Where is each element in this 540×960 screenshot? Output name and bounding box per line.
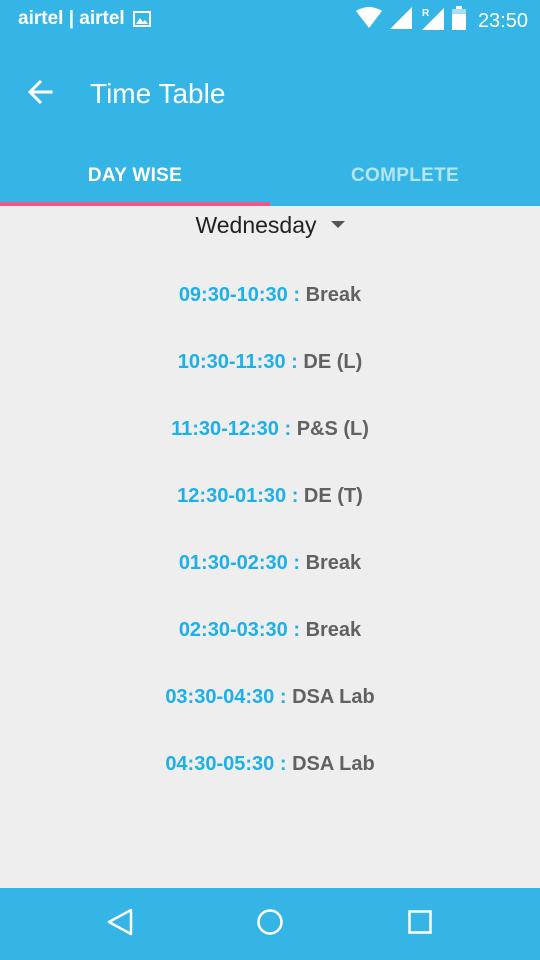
slot-time: 09:30-10:30 xyxy=(178,284,288,306)
slot-time: 03:30-04:30 xyxy=(165,686,275,708)
slot-separator: : xyxy=(285,351,304,373)
nav-home-icon xyxy=(256,908,284,941)
tab-bar: DAY WISE COMPLETE xyxy=(0,146,540,206)
slot-separator: : xyxy=(287,619,306,641)
slot-subject: Break xyxy=(305,619,362,641)
nav-home-button[interactable] xyxy=(248,902,292,946)
signal-icon xyxy=(389,7,412,35)
list-item: 09:30-10:30 : Break xyxy=(0,262,540,329)
screen: airtel | airtel R 23:50 Time Table DAY W… xyxy=(0,0,540,960)
schedule-list: 09:30-10:30 : Break 10:30-11:30 : DE (L)… xyxy=(0,262,540,798)
status-bar: airtel | airtel R 23:50 xyxy=(0,0,540,38)
slot-subject: DSA Lab xyxy=(292,753,375,775)
status-icons: R 23:50 xyxy=(348,6,528,36)
tab-day-wise[interactable]: DAY WISE xyxy=(0,146,270,206)
system-nav-bar xyxy=(0,888,540,960)
wifi-icon xyxy=(355,7,382,35)
clock: 23:50 xyxy=(477,9,528,32)
slot-time: 02:30-03:30 xyxy=(178,619,288,641)
slot-time: 11:30-12:30 xyxy=(171,418,279,440)
slot-subject: DSA Lab xyxy=(292,686,375,708)
tab-complete-label: COMPLETE xyxy=(351,165,459,186)
slot-subject: DE (L) xyxy=(303,351,363,373)
arrow-left-icon xyxy=(27,79,53,110)
roaming-signal-icon: R xyxy=(420,6,444,36)
slot-time: 01:30-02:30 xyxy=(178,552,288,574)
nav-recents-button[interactable] xyxy=(398,902,442,946)
svg-text:R: R xyxy=(422,8,430,19)
list-item: 01:30-02:30 : Break xyxy=(0,530,540,597)
list-item: 02:30-03:30 : Break xyxy=(0,597,540,664)
list-item: 11:30-12:30 : P&S (L) xyxy=(0,396,540,463)
list-item: 03:30-04:30 : DSA Lab xyxy=(0,664,540,731)
list-item: 10:30-11:30 : DE (L) xyxy=(0,329,540,396)
slot-subject: DE (T) xyxy=(303,485,363,507)
slot-subject: P&S (L) xyxy=(296,418,369,440)
battery-icon xyxy=(451,6,466,36)
slot-separator: : xyxy=(287,552,306,574)
tab-complete[interactable]: COMPLETE xyxy=(270,146,540,206)
slot-subject: Break xyxy=(305,284,362,306)
nav-back-button[interactable] xyxy=(98,902,142,946)
slot-subject: Break xyxy=(305,552,362,574)
app-bar: Time Table DAY WISE COMPLETE xyxy=(0,38,540,206)
slot-time: 12:30-01:30 xyxy=(177,485,287,507)
slot-separator: : xyxy=(274,753,293,775)
slot-separator: : xyxy=(286,485,304,507)
carrier-info: airtel | airtel xyxy=(18,8,151,30)
nav-back-icon xyxy=(106,907,134,942)
slot-separator: : xyxy=(287,284,306,306)
slot-time: 04:30-05:30 xyxy=(165,753,275,775)
dropdown-arrow-icon xyxy=(330,220,345,228)
carrier-label: airtel | airtel xyxy=(18,8,125,29)
back-button[interactable] xyxy=(20,74,60,114)
tab-day-wise-label: DAY WISE xyxy=(87,165,183,186)
page-title: Time Table xyxy=(90,78,226,109)
nav-recents-icon xyxy=(407,909,433,940)
day-dropdown[interactable]: Wednesday xyxy=(0,206,540,244)
image-icon xyxy=(132,11,151,27)
slot-separator: : xyxy=(274,686,293,708)
list-item: 12:30-01:30 : DE (T) xyxy=(0,463,540,530)
day-dropdown-value: Wednesday xyxy=(195,211,317,238)
slot-time: 10:30-11:30 xyxy=(177,351,286,373)
slot-separator: : xyxy=(278,418,297,440)
list-item: 04:30-05:30 : DSA Lab xyxy=(0,731,540,798)
